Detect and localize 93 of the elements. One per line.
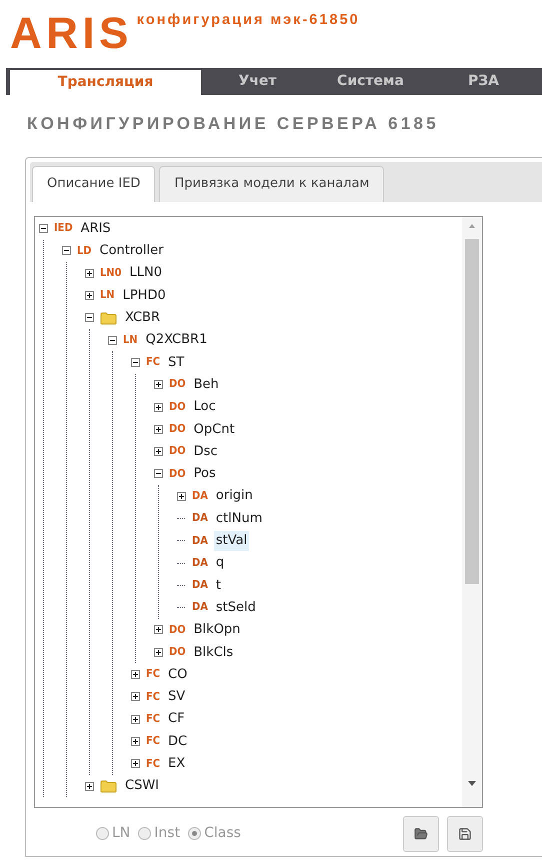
node-type-tag: DA bbox=[192, 510, 208, 527]
node-type-tag: DO bbox=[169, 644, 186, 661]
expand-icon[interactable] bbox=[131, 692, 140, 702]
nav-tab[interactable]: Учет bbox=[201, 68, 314, 95]
open-folder-button[interactable] bbox=[403, 816, 439, 852]
node-type-tag: DA bbox=[192, 599, 208, 616]
node-type-tag: FC bbox=[146, 666, 160, 683]
tree-node-label[interactable]: origin bbox=[214, 486, 255, 506]
node-type-tag: DO bbox=[169, 443, 186, 460]
expand-icon[interactable] bbox=[85, 291, 94, 300]
nav-tab[interactable]: Трансляция bbox=[10, 70, 201, 95]
node-type-tag: FC bbox=[146, 710, 160, 728]
save-button[interactable] bbox=[447, 816, 483, 852]
tree-node-label[interactable]: BlkCls bbox=[192, 642, 236, 662]
tree-node-label[interactable]: Controller bbox=[98, 241, 166, 261]
node-type-tag: LN bbox=[123, 332, 138, 348]
node-type-tag: DA bbox=[192, 488, 208, 504]
node-type-tag: DO bbox=[169, 398, 186, 416]
tree-node-label[interactable]: LLN0 bbox=[127, 263, 164, 283]
tree-node-label[interactable]: XCBR bbox=[123, 308, 162, 328]
node-type-tag: DA bbox=[192, 577, 208, 594]
tree-node-label[interactable]: Beh bbox=[192, 374, 221, 394]
tree-node-label[interactable]: q bbox=[214, 553, 226, 573]
tree-node-label[interactable]: CF bbox=[166, 709, 187, 729]
tree-node-label[interactable]: OpCnt bbox=[192, 420, 237, 440]
tree-node-label[interactable]: DC bbox=[166, 732, 190, 752]
nav-tab[interactable]: РЗА bbox=[427, 68, 540, 95]
node-type-tag: FC bbox=[146, 733, 160, 750]
radio-button[interactable] bbox=[138, 827, 152, 840]
node-type-tag: DA bbox=[192, 532, 208, 550]
app-subtitle: конфигурация мэк-61850 bbox=[136, 11, 360, 30]
expand-icon[interactable] bbox=[154, 380, 163, 390]
expand-icon[interactable] bbox=[154, 625, 163, 634]
expand-icon[interactable] bbox=[131, 670, 140, 680]
node-type-tag: IED bbox=[54, 220, 73, 237]
radio-label: LN bbox=[112, 824, 130, 843]
tree-node-label[interactable]: SV bbox=[166, 687, 188, 707]
radio-button[interactable] bbox=[96, 827, 109, 840]
node-type-tag: DA bbox=[192, 554, 208, 572]
tree-node-label[interactable]: ctlNum bbox=[214, 508, 264, 528]
collapse-icon[interactable] bbox=[154, 469, 163, 478]
radio-label: Class bbox=[204, 824, 241, 843]
tree-node-label[interactable]: Dsc bbox=[192, 442, 220, 462]
expand-icon[interactable] bbox=[154, 447, 163, 456]
tree-node-label[interactable]: Q2XCBR1 bbox=[144, 330, 210, 350]
tree-node-label[interactable]: EX bbox=[166, 754, 188, 774]
node-type-tag: DO bbox=[169, 376, 186, 393]
panel-tab[interactable]: Привязка модели к каналам bbox=[159, 166, 384, 202]
tree-node-label[interactable]: t bbox=[214, 576, 223, 596]
node-type-tag: DO bbox=[169, 622, 186, 638]
tree-node-label[interactable]: Pos bbox=[192, 464, 218, 484]
tree-node-label[interactable]: CO bbox=[166, 664, 190, 684]
folder-icon bbox=[100, 779, 117, 794]
tree-node-label[interactable]: LPHD0 bbox=[120, 286, 168, 306]
tree-node-label[interactable]: BlkOpn bbox=[192, 620, 242, 640]
collapse-icon[interactable] bbox=[62, 246, 71, 256]
folder-icon bbox=[414, 826, 428, 840]
expand-icon[interactable] bbox=[154, 424, 163, 434]
tree-node-label[interactable]: stVal bbox=[214, 531, 250, 551]
expand-icon[interactable] bbox=[154, 402, 163, 412]
node-type-tag: FC bbox=[146, 688, 160, 706]
folder-icon bbox=[100, 310, 117, 325]
tree-node-label[interactable]: ST bbox=[166, 352, 186, 372]
node-type-tag: LN bbox=[100, 287, 115, 304]
tree-node-label[interactable]: stSeld bbox=[214, 598, 258, 618]
node-type-tag: LN0 bbox=[100, 264, 122, 282]
node-type-tag: DO bbox=[169, 421, 186, 438]
expand-icon[interactable] bbox=[131, 714, 140, 724]
expand-icon[interactable] bbox=[85, 268, 94, 278]
radio-button[interactable] bbox=[188, 827, 202, 840]
page-title: КОНФИГУРИРОВАНИЕ СЕРВЕРА 6185 bbox=[27, 113, 440, 135]
expand-icon[interactable] bbox=[177, 492, 186, 501]
node-type-tag: LD bbox=[77, 242, 92, 260]
expand-icon[interactable] bbox=[154, 648, 163, 657]
node-type-tag: FC bbox=[146, 354, 160, 371]
tree-node-label[interactable]: ARIS bbox=[78, 218, 113, 238]
radio-label: Inst bbox=[154, 824, 180, 843]
expand-icon[interactable] bbox=[131, 736, 140, 746]
expand-icon[interactable] bbox=[131, 759, 140, 768]
collapse-icon[interactable] bbox=[108, 336, 117, 345]
nav-tab[interactable]: Система bbox=[314, 68, 427, 95]
expand-icon[interactable] bbox=[85, 782, 94, 791]
tree-node-label[interactable]: Loc bbox=[192, 397, 218, 417]
panel-tab[interactable]: Описание IED bbox=[32, 166, 156, 202]
node-type-tag: DO bbox=[169, 466, 186, 482]
scrollbar[interactable] bbox=[462, 216, 482, 806]
collapse-icon[interactable] bbox=[39, 224, 48, 234]
collapse-icon[interactable] bbox=[131, 358, 140, 367]
save-icon bbox=[458, 826, 472, 840]
logo: ARIS bbox=[10, 12, 133, 56]
node-type-tag: FC bbox=[146, 756, 160, 772]
tree-node-label[interactable]: CSWI bbox=[123, 776, 162, 796]
collapse-icon[interactable] bbox=[85, 313, 94, 322]
